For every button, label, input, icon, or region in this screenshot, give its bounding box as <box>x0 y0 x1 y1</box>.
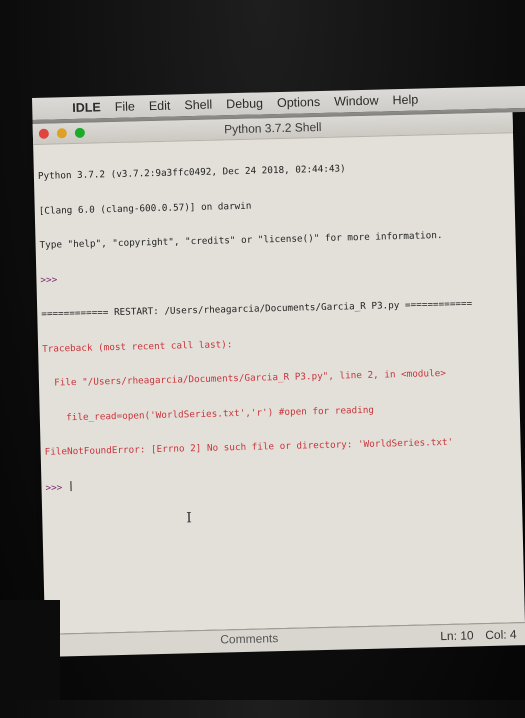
current-prompt: >>> <box>45 482 68 494</box>
shell-prompt: >>> <box>40 263 512 286</box>
error-line: FileNotFoundError: [Errno 2] No such fil… <box>45 435 517 458</box>
shell-line: Python 3.7.2 (v3.7.2:9a3ffc0492, Dec 24 … <box>38 159 510 182</box>
column-number: Col: 4 <box>485 627 517 642</box>
shell-window: Python 3.7.2 Shell Python 3.7.2 (v3.7.2:… <box>33 112 525 634</box>
menu-window[interactable]: Window <box>334 94 379 109</box>
restart-banner: ============ RESTART: /Users/rheagarcia/… <box>41 297 513 320</box>
status-partial-label: Comments <box>220 631 278 646</box>
screen-bezel <box>0 600 60 700</box>
menu-options[interactable]: Options <box>277 95 320 110</box>
menu-idle[interactable]: IDLE <box>72 100 101 115</box>
shell-line: [Clang 6.0 (clang-600.0.57)] on darwin <box>39 194 511 217</box>
ibeam-cursor-icon: I <box>186 510 192 526</box>
menu-shell[interactable]: Shell <box>184 98 212 113</box>
line-number: Ln: 10 <box>440 628 474 643</box>
text-cursor <box>71 481 72 491</box>
desktop-screen: IDLE File Edit Shell Debug Options Windo… <box>32 85 525 718</box>
error-line: file_read=open('WorldSeries.txt','r') #o… <box>44 401 516 424</box>
error-line: File "/Users/rheagarcia/Documents/Garcia… <box>43 366 515 389</box>
menu-debug[interactable]: Debug <box>226 96 263 111</box>
error-line: Traceback (most recent call last): <box>42 332 514 355</box>
input-line[interactable]: >>> <box>45 470 517 494</box>
menu-edit[interactable]: Edit <box>149 99 171 114</box>
menu-help[interactable]: Help <box>392 93 418 108</box>
shell-line: Type "help", "copyright", "credits" or "… <box>39 228 511 251</box>
menu-file[interactable]: File <box>115 99 135 113</box>
shell-output[interactable]: Python 3.7.2 (v3.7.2:9a3ffc0492, Dec 24 … <box>33 133 522 520</box>
